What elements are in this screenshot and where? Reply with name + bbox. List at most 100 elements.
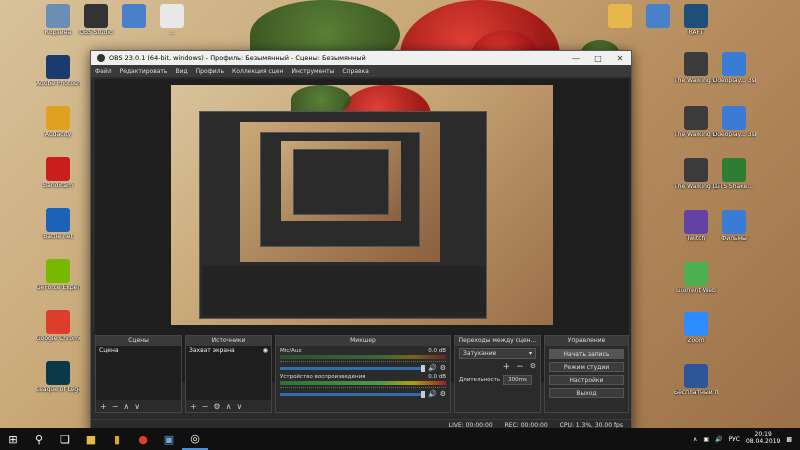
start-recording-button[interactable]: Начать запись <box>548 349 624 359</box>
close-button[interactable]: ✕ <box>609 51 631 65</box>
exit-button[interactable]: Выход <box>548 388 624 398</box>
desktop-shortcut-label: uTorrent Web <box>676 288 716 294</box>
chrome-taskbar-icon[interactable]: ● <box>130 428 156 450</box>
desktop-shortcut[interactable]: League of Legends <box>36 361 80 394</box>
controls-dock-title: Управление <box>544 336 628 346</box>
system-tray: ∧ ▣ 🔊 РУС 20:19 08.04.2019 ▩ <box>693 431 800 446</box>
taskbar: ⊞ ⚲ ❏ ■ ▮ ● ▣ ◎ ∧ ▣ 🔊 РУС 20:19 08.04.20… <box>0 428 800 450</box>
desktop-shortcut-label: ... <box>169 30 175 36</box>
transition-type: Затухание <box>462 350 497 357</box>
language-indicator[interactable]: РУС <box>729 436 740 443</box>
photoshop-icon <box>46 55 70 79</box>
desktop-shortcut[interactable]: GeForce Experience <box>36 259 80 292</box>
duration-input[interactable]: 300ms <box>503 375 532 385</box>
settings-button[interactable]: Настройки <box>548 375 624 385</box>
desktop-shortcut[interactable]: Бесплатный п... <box>674 364 718 397</box>
menu-tools[interactable]: Инструменты <box>291 68 334 75</box>
audacity-icon <box>46 106 70 130</box>
desktop-shortcut[interactable]: The Walking Dead <box>674 52 718 85</box>
twd-icon <box>684 106 708 130</box>
start-windows-icon[interactable]: ⊞ <box>0 428 26 450</box>
geforce-icon <box>46 259 70 283</box>
volume-meter <box>280 355 446 359</box>
clock-date: 08.04.2019 <box>745 438 781 445</box>
twd-icon <box>684 158 708 182</box>
desktop-shortcut[interactable]: GTS Shake... <box>712 158 756 191</box>
desktop-shortcut-label: Adobe Photosh... <box>36 81 80 87</box>
visibility-eye-icon[interactable]: ◉ <box>263 347 268 354</box>
menu-help[interactable]: Справка <box>342 68 368 75</box>
source-properties-icon[interactable]: ⚙ <box>213 402 220 411</box>
add-source-icon[interactable]: + <box>190 402 197 411</box>
network-icon[interactable]: ▣ <box>703 436 709 443</box>
gear-icon[interactable]: ⚙ <box>530 362 536 372</box>
video-file-icon <box>722 106 746 130</box>
folder-icon <box>608 4 632 28</box>
desktop-shortcut[interactable]: Zoom <box>674 312 718 345</box>
gear-icon[interactable]: ⚙ <box>440 390 446 398</box>
studio-mode-button[interactable]: Режим студии <box>548 362 624 372</box>
video-file-icon <box>722 210 746 234</box>
desktop-shortcut[interactable]: Audacity <box>36 106 80 139</box>
desktop-shortcut[interactable]: Фильмы <box>712 210 756 243</box>
desktop-shortcut-label: League of Legends <box>36 387 80 393</box>
desktop-shortcut-label: videoplay... 3shake.web <box>712 132 756 138</box>
menu-edit[interactable]: Редактировать <box>120 68 168 75</box>
desktop-shortcut[interactable]: Adobe Photosh... <box>36 55 80 88</box>
speaker-icon[interactable]: 🔊 <box>428 390 437 398</box>
task-view-icon[interactable]: ❏ <box>52 428 78 450</box>
file-explorer-icon[interactable]: ■ <box>78 428 104 450</box>
desktop-shortcut[interactable]: Google Chrome <box>36 310 80 343</box>
add-scene-icon[interactable]: + <box>100 402 107 411</box>
chevron-up-icon[interactable]: ∧ <box>693 436 697 443</box>
desktop-shortcut[interactable]: ... <box>150 4 194 37</box>
move-down-icon[interactable]: ∨ <box>134 402 140 411</box>
source-item-label: Захват экрана <box>189 347 235 354</box>
desktop-shortcut-label: OBS Studio <box>79 30 113 36</box>
docks-row: Сцены Сцена + − ∧ ∨ Источники Захват экр… <box>95 335 629 413</box>
obs-taskbar-icon[interactable]: ◎ <box>182 428 208 450</box>
volume-slider[interactable] <box>280 390 425 398</box>
menu-view[interactable]: Вид <box>175 68 187 75</box>
volume-icon[interactable]: 🔊 <box>715 436 722 443</box>
add-transition-icon[interactable]: + <box>503 362 511 372</box>
desktop-shortcut[interactable]: uTorrent Web <box>674 262 718 295</box>
app-taskbar-icon[interactable]: ▣ <box>156 428 182 450</box>
move-up-icon[interactable]: ∧ <box>123 402 129 411</box>
move-down-icon[interactable]: ∨ <box>236 402 242 411</box>
source-item[interactable]: Захват экрана ◉ <box>186 346 271 355</box>
recycle-bin-icon <box>46 4 70 28</box>
desktop-shortcut[interactable]: Battle.net <box>36 208 80 241</box>
desktop-shortcut[interactable]: Bandicam <box>36 157 80 190</box>
menu-scene-collection[interactable]: Коллекция сцен <box>232 68 283 75</box>
volume-slider[interactable] <box>280 364 425 372</box>
search-icon[interactable]: ⚲ <box>26 428 52 450</box>
menu-profile[interactable]: Профиль <box>196 68 224 75</box>
remove-source-icon[interactable]: − <box>202 402 209 411</box>
minimize-button[interactable]: — <box>565 51 587 65</box>
remove-scene-icon[interactable]: − <box>112 402 119 411</box>
controls-dock: Управление Начать запись Режим студии На… <box>543 335 629 413</box>
remove-transition-icon[interactable]: − <box>516 362 524 372</box>
clock[interactable]: 20:19 08.04.2019 <box>745 431 781 446</box>
move-up-icon[interactable]: ∧ <box>226 402 232 411</box>
twd-icon <box>684 52 708 76</box>
maximize-button[interactable]: □ <box>587 51 609 65</box>
transition-select[interactable]: Затухание ▾ <box>458 348 536 359</box>
scene-item[interactable]: Сцена <box>96 346 181 355</box>
notifications-icon[interactable]: ▩ <box>786 436 792 443</box>
audacity-taskbar-icon[interactable]: ▮ <box>104 428 130 450</box>
desktop-shortcut-label: GeForce Experience <box>36 285 80 291</box>
menu-file[interactable]: Файл <box>95 68 112 75</box>
video-file-icon <box>722 52 746 76</box>
obs-icon <box>84 4 108 28</box>
desktop-shortcut[interactable]: videoplay... 3shake.web <box>712 106 756 139</box>
desktop-shortcut[interactable]: RAFT <box>674 4 718 37</box>
speaker-icon[interactable]: 🔊 <box>428 364 437 372</box>
desktop-shortcut[interactable]: videoplay... 3shake.web <box>712 52 756 85</box>
desktop-shortcut[interactable]: The Walking Dead - The... <box>674 106 718 139</box>
utorrent-icon <box>684 262 708 286</box>
shortcut-icon <box>722 158 746 182</box>
track-name: Mic/Aux <box>280 348 302 354</box>
gear-icon[interactable]: ⚙ <box>440 364 446 372</box>
